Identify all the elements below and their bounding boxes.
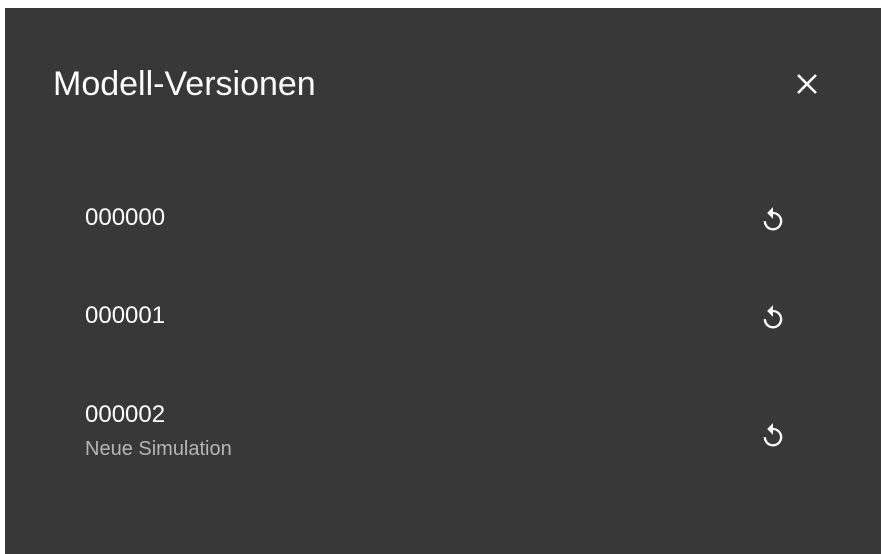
version-item[interactable]: 000000: [85, 204, 815, 232]
version-item[interactable]: 000001: [85, 302, 815, 330]
version-name: 000001: [85, 302, 166, 329]
restore-version-button[interactable]: [755, 418, 791, 454]
restore-icon: [763, 423, 783, 447]
restore-version-button[interactable]: [755, 202, 791, 238]
close-icon: [797, 74, 817, 94]
restore-icon: [763, 207, 783, 231]
version-description: Neue Simulation: [85, 438, 232, 460]
restore-version-button[interactable]: [755, 300, 791, 336]
dialog-title: Modell-Versionen: [53, 65, 316, 103]
close-button[interactable]: [787, 64, 827, 104]
restore-icon: [763, 305, 783, 329]
model-versions-dialog: Modell-Versionen 000000 000001 000002 Ne: [5, 8, 881, 554]
version-item[interactable]: 000002 Neue Simulation: [85, 401, 815, 461]
version-name: 000000: [85, 204, 166, 231]
version-name: 000002: [85, 401, 166, 428]
